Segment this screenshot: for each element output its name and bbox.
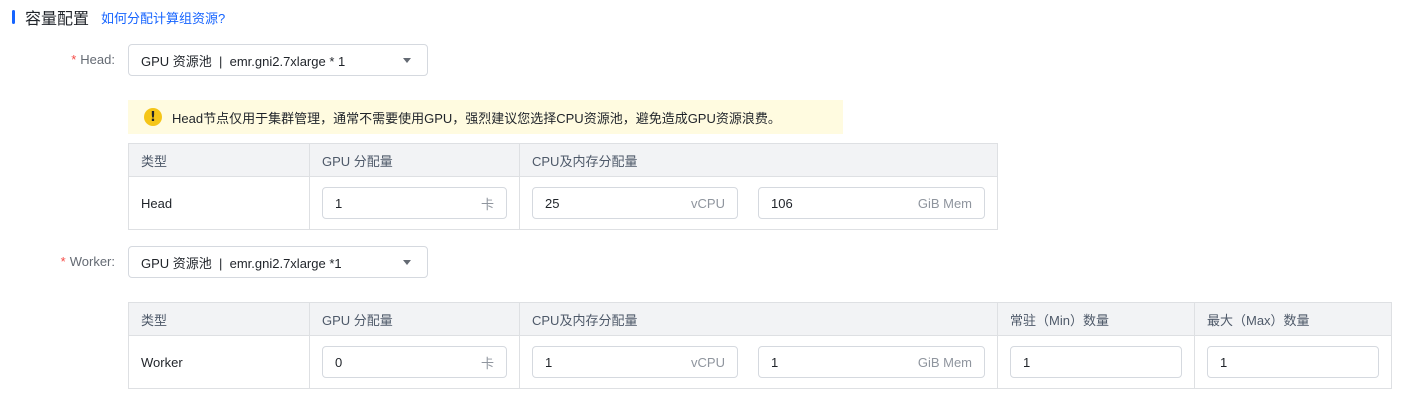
head-pool-select[interactable]: GPU 资源池 | emr.gni2.7xlarge * 1 [128, 44, 428, 76]
column-header-max-count: 最大（Max）数量 [1194, 302, 1392, 336]
chevron-down-icon [403, 57, 411, 63]
worker-mem-input[interactable]: 1 GiB Mem [758, 346, 985, 378]
gpu-unit: 卡 [480, 355, 494, 371]
gpu-cell: 0 卡 [309, 335, 520, 389]
gpu-cell: 1 卡 [309, 176, 520, 230]
worker-pool-select-value: GPU 资源池 | emr.gni2.7xlarge *1 [141, 255, 342, 271]
worker-max-value: 1 [1220, 354, 1228, 370]
column-header-cpu-mem: CPU及内存分配量 [519, 302, 998, 336]
mem-unit: GiB Mem [917, 354, 972, 370]
column-header-cpu-mem: CPU及内存分配量 [519, 143, 998, 177]
column-header-type: 类型 [128, 302, 310, 336]
worker-mem-value: 1 [771, 354, 779, 370]
worker-capacity-table: 类型 GPU 分配量 CPU及内存分配量 常驻（Min）数量 最大（Max）数量… [128, 302, 1392, 389]
worker-gpu-input[interactable]: 0 卡 [322, 346, 507, 378]
max-count-cell: 1 [1194, 335, 1392, 389]
row-type: Worker [128, 335, 310, 389]
head-vcpu-input[interactable]: 25 vCPU [532, 187, 738, 219]
cpu-mem-cell: 1 vCPU 1 GiB Mem [519, 335, 998, 389]
warning-icon: ! [144, 108, 162, 126]
table-row: Head 1 卡 25 vCPU 106 GiB Mem [128, 176, 998, 230]
head-capacity-table: 类型 GPU 分配量 CPU及内存分配量 Head 1 卡 25 vCPU 10… [128, 143, 998, 230]
help-link[interactable]: 如何分配计算组资源? [101, 8, 225, 27]
label-colon: : [111, 254, 115, 269]
column-header-min-count: 常驻（Min）数量 [997, 302, 1195, 336]
worker-max-input[interactable]: 1 [1207, 346, 1379, 378]
head-vcpu-value: 25 [545, 195, 560, 211]
head-gpu-warning: ! Head节点仅用于集群管理，通常不需要使用GPU，强烈建议您选择CPU资源池… [128, 100, 843, 134]
head-gpu-value: 1 [335, 195, 343, 211]
vcpu-unit: vCPU [691, 195, 725, 211]
required-mark: * [60, 254, 66, 269]
vcpu-unit: vCPU [691, 354, 725, 370]
section-accent-bar [12, 10, 15, 24]
section-title: 容量配置 [25, 11, 90, 28]
section-header: 容量配置 如何分配计算组资源? [12, 6, 225, 28]
head-mem-input[interactable]: 106 GiB Mem [758, 187, 985, 219]
worker-label-text: Worker [69, 254, 112, 269]
column-header-type: 类型 [128, 143, 310, 177]
table-header-row: 类型 GPU 分配量 CPU及内存分配量 常驻（Min）数量 最大（Max）数量 [128, 302, 1392, 336]
row-type: Head [128, 176, 310, 230]
column-header-gpu: GPU 分配量 [309, 302, 520, 336]
gpu-unit: 卡 [480, 196, 494, 212]
min-count-cell: 1 [997, 335, 1195, 389]
worker-min-value: 1 [1023, 354, 1031, 370]
head-gpu-input[interactable]: 1 卡 [322, 187, 507, 219]
warning-text: Head节点仅用于集群管理，通常不需要使用GPU，强烈建议您选择CPU资源池，避… [172, 110, 781, 126]
head-label: * Head: [71, 52, 115, 67]
head-label-text: Head [80, 52, 112, 67]
table-header-row: 类型 GPU 分配量 CPU及内存分配量 [128, 143, 998, 177]
worker-vcpu-value: 1 [545, 354, 553, 370]
mem-unit: GiB Mem [917, 195, 972, 211]
required-mark: * [71, 52, 77, 67]
chevron-down-icon [403, 259, 411, 265]
head-mem-value: 106 [771, 195, 793, 211]
worker-label: * Worker: [61, 254, 115, 269]
label-colon: : [111, 52, 115, 67]
cpu-mem-cell: 25 vCPU 106 GiB Mem [519, 176, 998, 230]
worker-gpu-value: 0 [335, 354, 343, 370]
worker-vcpu-input[interactable]: 1 vCPU [532, 346, 738, 378]
worker-pool-select[interactable]: GPU 资源池 | emr.gni2.7xlarge *1 [128, 246, 428, 278]
head-pool-select-value: GPU 资源池 | emr.gni2.7xlarge * 1 [141, 53, 346, 69]
table-row: Worker 0 卡 1 vCPU 1 GiB Mem 1 1 [128, 335, 1392, 389]
column-header-gpu: GPU 分配量 [309, 143, 520, 177]
worker-min-input[interactable]: 1 [1010, 346, 1182, 378]
